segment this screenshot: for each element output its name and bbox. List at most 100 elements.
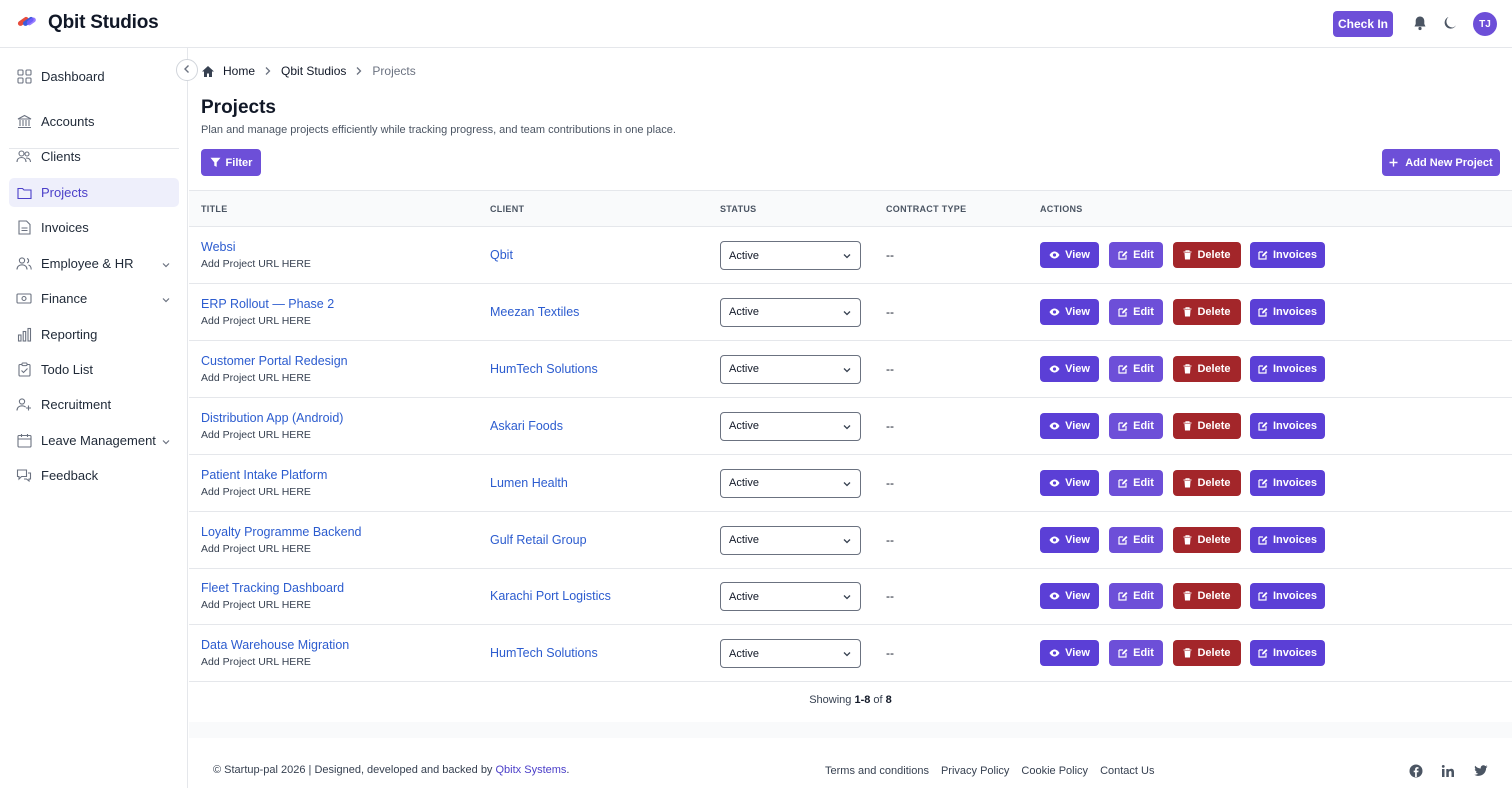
sidebar-item-accounts[interactable]: Accounts [9,107,179,136]
project-title-link[interactable]: Patient Intake Platform [201,468,327,482]
sidebar-item-employee-hr[interactable]: Employee & HR [9,249,179,278]
sidebar-item-label: Employee & HR [41,256,134,271]
moon-icon[interactable] [1442,15,1460,33]
delete-button[interactable]: Delete [1173,526,1241,553]
facebook-icon[interactable] [1409,764,1423,778]
filter-icon [210,157,221,168]
delete-button[interactable]: Delete [1173,412,1241,439]
view-button[interactable]: View [1040,412,1099,439]
invoices-button-label: Invoices [1272,590,1318,603]
status-select-value: Active [729,477,759,490]
clipboard-icon [16,362,32,378]
invoices-button[interactable]: Invoices [1250,355,1325,382]
status-select[interactable]: Active [720,468,861,498]
status-select[interactable]: Active [720,582,861,612]
breadcrumb-home[interactable]: Home [223,64,255,78]
brand[interactable]: Qbit Studios [16,12,159,34]
invoice-icon [16,220,32,236]
client-link[interactable]: Karachi Port Logistics [490,589,611,603]
sidebar-item-finance[interactable]: Finance [9,284,179,313]
project-title-link[interactable]: ERP Rollout — Phase 2 [201,297,334,311]
bell-icon[interactable] [1412,15,1430,33]
invoices-button[interactable]: Invoices [1250,640,1325,667]
client-link[interactable]: HumTech Solutions [490,646,598,660]
status-select[interactable]: Active [720,525,861,555]
sidebar-item-clients[interactable]: Clients [9,142,179,171]
sidebar-collapse-button[interactable] [176,59,198,81]
company-link[interactable]: Qbitx Systems [496,764,567,776]
eye-icon [1049,251,1060,259]
delete-button[interactable]: Delete [1173,640,1241,667]
linkedin-icon[interactable] [1441,764,1455,778]
view-button[interactable]: View [1040,469,1099,496]
sidebar-item-reporting[interactable]: Reporting [9,320,179,349]
add-new-project-button[interactable]: Add New Project [1382,149,1500,176]
delete-button[interactable]: Delete [1173,355,1241,382]
filter-button[interactable]: Filter [201,149,261,176]
view-button[interactable]: View [1040,640,1099,667]
project-title-link[interactable]: Data Warehouse Migration [201,638,349,652]
sidebar-item-projects[interactable]: Projects [9,178,179,207]
sidebar-item-recruitment[interactable]: Recruitment [9,390,179,419]
edit-button[interactable]: Edit [1109,583,1163,610]
view-button[interactable]: View [1040,526,1099,553]
client-link[interactable]: Meezan Textiles [490,305,579,319]
status-select[interactable]: Active [720,241,861,270]
sidebar-item-invoices[interactable]: Invoices [9,213,179,242]
invoices-button[interactable]: Invoices [1250,298,1325,325]
project-title-link[interactable]: Distribution App (Android) [201,411,343,425]
client-link[interactable]: Askari Foods [490,419,563,433]
contact-us-link[interactable]: Contact Us [1100,765,1154,777]
edit-button[interactable]: Edit [1109,526,1163,553]
edit-button[interactable]: Edit [1109,469,1163,496]
delete-button[interactable]: Delete [1173,298,1241,325]
edit-button[interactable]: Edit [1109,640,1163,667]
privacy-policy-link[interactable]: Privacy Policy [941,765,1009,777]
delete-button[interactable]: Delete [1173,583,1241,610]
view-button[interactable]: View [1040,298,1099,325]
terms-link[interactable]: Terms and conditions [825,765,929,777]
view-button[interactable]: View [1040,583,1099,610]
cookie-policy-link[interactable]: Cookie Policy [1021,765,1088,777]
chevron-right-icon [355,66,363,76]
project-title-link[interactable]: Websi [201,240,236,254]
sidebar-item-label: Todo List [41,362,94,377]
status-select[interactable]: Active [720,639,861,669]
edit-button[interactable]: Edit [1109,412,1163,439]
breadcrumb-org[interactable]: Qbit Studios [281,64,346,78]
sidebar-item-feedback[interactable]: Feedback [9,461,179,490]
client-link[interactable]: Qbit [490,248,513,262]
status-select-value: Active [729,420,759,433]
project-url-text: Add Project URL HERE [201,314,311,327]
invoices-button[interactable]: Invoices [1250,242,1325,268]
view-button[interactable]: View [1040,242,1099,268]
home-icon[interactable] [201,65,215,78]
sidebar-item-leave-management[interactable]: Leave Management [9,426,179,455]
project-title-link[interactable]: Loyalty Programme Backend [201,525,362,539]
view-button[interactable]: View [1040,355,1099,382]
edit-button[interactable]: Edit [1109,242,1163,268]
avatar[interactable]: TJ [1473,12,1497,36]
sidebar-item-dashboard[interactable]: Dashboard [9,62,179,91]
project-title-link[interactable]: Fleet Tracking Dashboard [201,581,344,595]
status-select-value: Active [729,534,759,546]
chevron-down-icon [161,292,171,310]
client-link[interactable]: HumTech Solutions [490,362,598,376]
invoices-button[interactable]: Invoices [1250,412,1325,439]
delete-button[interactable]: Delete [1173,242,1241,268]
status-select[interactable]: Active [720,354,861,384]
delete-button[interactable]: Delete [1173,469,1241,496]
sidebar-item-todo-list[interactable]: Todo List [9,355,179,384]
edit-button[interactable]: Edit [1109,298,1163,325]
check-in-button[interactable]: Check In [1333,11,1393,37]
invoices-button[interactable]: Invoices [1250,469,1325,496]
project-title-link[interactable]: Customer Portal Redesign [201,354,348,368]
invoices-button[interactable]: Invoices [1250,583,1325,610]
status-select[interactable]: Active [720,297,861,327]
twitter-icon[interactable] [1474,764,1488,778]
client-link[interactable]: Gulf Retail Group [490,533,587,547]
status-select[interactable]: Active [720,411,861,441]
edit-button[interactable]: Edit [1109,355,1163,382]
invoices-button[interactable]: Invoices [1250,526,1325,553]
client-link[interactable]: Lumen Health [490,476,568,490]
